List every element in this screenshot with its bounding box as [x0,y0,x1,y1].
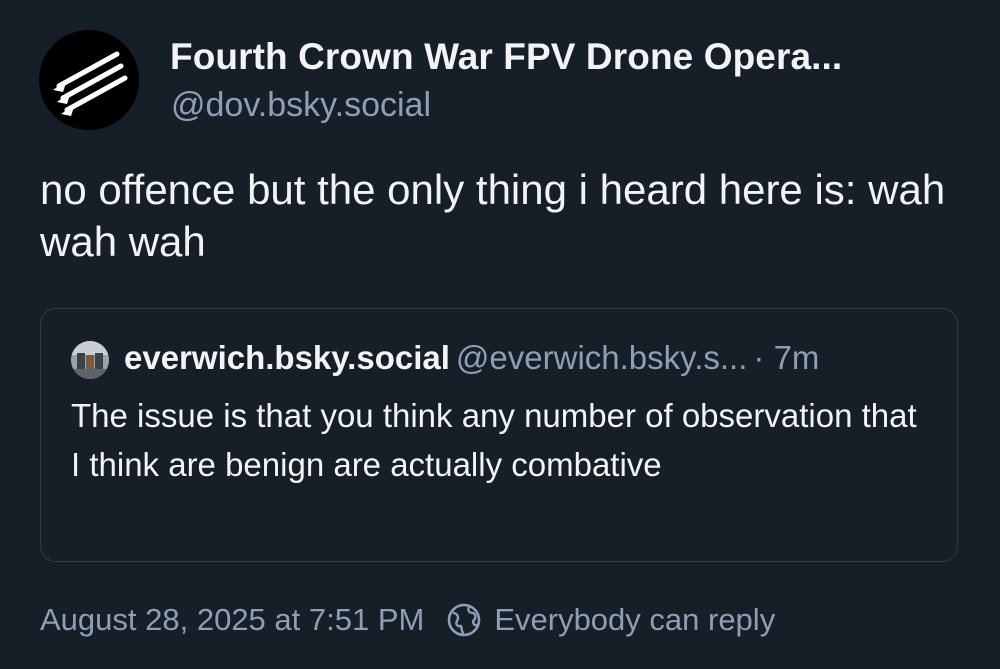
author-avatar[interactable] [39,30,139,130]
post-footer: August 28, 2025 at 7:51 PM Everybody can… [40,602,775,638]
reply-setting[interactable]: Everybody can reply [494,602,775,638]
quote-timestamp[interactable]: 7m [774,339,820,376]
quoted-post[interactable]: everwich.bsky.social @everwich.bsky.s... ·… [40,308,958,562]
post: Fourth Crown War FPV Drone Opera... @dov… [0,0,1000,669]
photo-avatar-icon [71,341,109,379]
quote-handle[interactable]: @everwich.bsky.s... [456,339,747,376]
globe-icon [446,602,482,638]
post-timestamp: August 28, 2025 at 7:51 PM [40,602,425,637]
three-arrows-icon [39,30,139,130]
quote-separator: · [753,339,765,376]
quote-text: The issue is that you think any number o… [71,397,917,483]
quote-author-avatar[interactable] [71,341,109,379]
author-display-name[interactable]: Fourth Crown War FPV Drone Opera... [170,36,842,78]
quote-header: everwich.bsky.social @everwich.bsky.s... ·… [124,339,819,377]
post-text: no offence but the only thing i heard he… [40,166,946,265]
author-handle[interactable]: @dov.bsky.social [171,86,431,125]
quote-display-name[interactable]: everwich.bsky.social [124,339,450,376]
